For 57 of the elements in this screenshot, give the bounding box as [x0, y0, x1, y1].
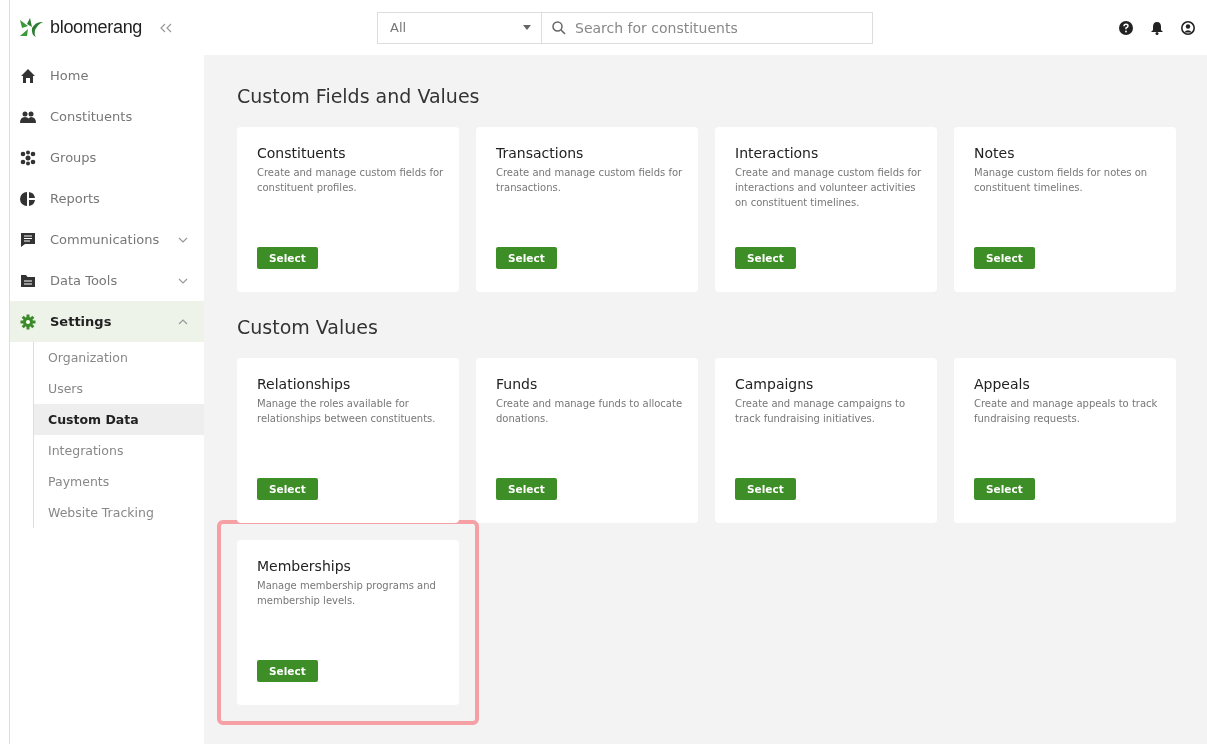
select-button[interactable]: Select	[974, 247, 1035, 269]
card-title: Campaigns	[735, 376, 815, 392]
select-button[interactable]: Select	[257, 660, 318, 682]
nav-item[interactable]: Communications	[10, 219, 204, 260]
card-description: Manage the roles available for relationships between constituents.	[257, 397, 437, 426]
select-button[interactable]: Select	[257, 478, 318, 500]
nav-item[interactable]: Constituents	[10, 96, 204, 137]
card-title: Relationships	[257, 376, 352, 392]
submenu-item[interactable]: Organization	[34, 342, 204, 373]
nav-item[interactable]: Settings	[10, 301, 204, 342]
flower-icon	[20, 149, 36, 166]
bell-icon[interactable]	[1151, 20, 1163, 35]
card-description: Create and manage custom fields for constituent profiles.	[257, 166, 445, 195]
section-heading: Custom Values	[237, 316, 379, 338]
card-title: Memberships	[257, 558, 352, 574]
select-button[interactable]: Select	[735, 247, 796, 269]
settings-icon	[20, 313, 36, 330]
select-button[interactable]: Select	[496, 247, 557, 269]
user-icon[interactable]	[1181, 20, 1195, 35]
submenu-item[interactable]: Custom Data	[34, 404, 204, 435]
select-button[interactable]: Select	[496, 478, 557, 500]
submenu-item[interactable]: Payments	[34, 466, 204, 497]
help-icon[interactable]	[1119, 20, 1133, 35]
caret-icon	[523, 25, 531, 30]
nav-item[interactable]: Data Tools	[10, 260, 204, 301]
card-description: Create and manage custom fields for transactions.	[496, 166, 684, 195]
card-title: Notes	[974, 145, 1016, 161]
collapse-icon[interactable]	[160, 22, 173, 33]
submenu-item[interactable]: Website Tracking	[34, 497, 204, 528]
brand-name: bloomerang	[50, 17, 143, 38]
card-description: Create and manage appeals to track fundraising requests.	[974, 397, 1159, 426]
card-title: Funds	[496, 376, 539, 392]
nav-item[interactable]: Groups	[10, 137, 204, 178]
card-description: Create and manage custom fields for interactions and volunteer activities on constituent timelines.	[735, 166, 923, 210]
nav-item[interactable]: Home	[10, 55, 204, 96]
home-icon	[20, 67, 36, 84]
scope-dropdown[interactable]: All	[377, 11, 542, 44]
card-title: Interactions	[735, 145, 820, 161]
select-button[interactable]: Select	[735, 478, 796, 500]
card-description: Manage membership programs and membership levels.	[257, 579, 437, 608]
folder-icon	[20, 272, 36, 289]
card-description: Create and manage funds to allocate donations.	[496, 397, 684, 426]
card-description: Create and manage campaigns to track fundraising initiatives.	[735, 397, 907, 426]
chat-icon	[20, 231, 36, 248]
card-title: Appeals	[974, 376, 1031, 392]
logo-icon	[18, 17, 44, 38]
pie-chart-icon	[20, 190, 36, 207]
card-title: Constituents	[257, 145, 347, 161]
submenu-item[interactable]: Integrations	[34, 435, 204, 466]
card-description: Manage custom fields for notes on constituent timelines.	[974, 166, 1149, 195]
card-title: Transactions	[496, 145, 585, 161]
section-heading: Custom Fields and Values	[237, 85, 481, 107]
submenu-item[interactable]: Users	[34, 373, 204, 404]
search-field[interactable]: Search for constituents	[542, 11, 873, 44]
select-button[interactable]: Select	[974, 478, 1035, 500]
nav-item[interactable]: Reports	[10, 178, 204, 219]
select-button[interactable]: Select	[257, 247, 318, 269]
